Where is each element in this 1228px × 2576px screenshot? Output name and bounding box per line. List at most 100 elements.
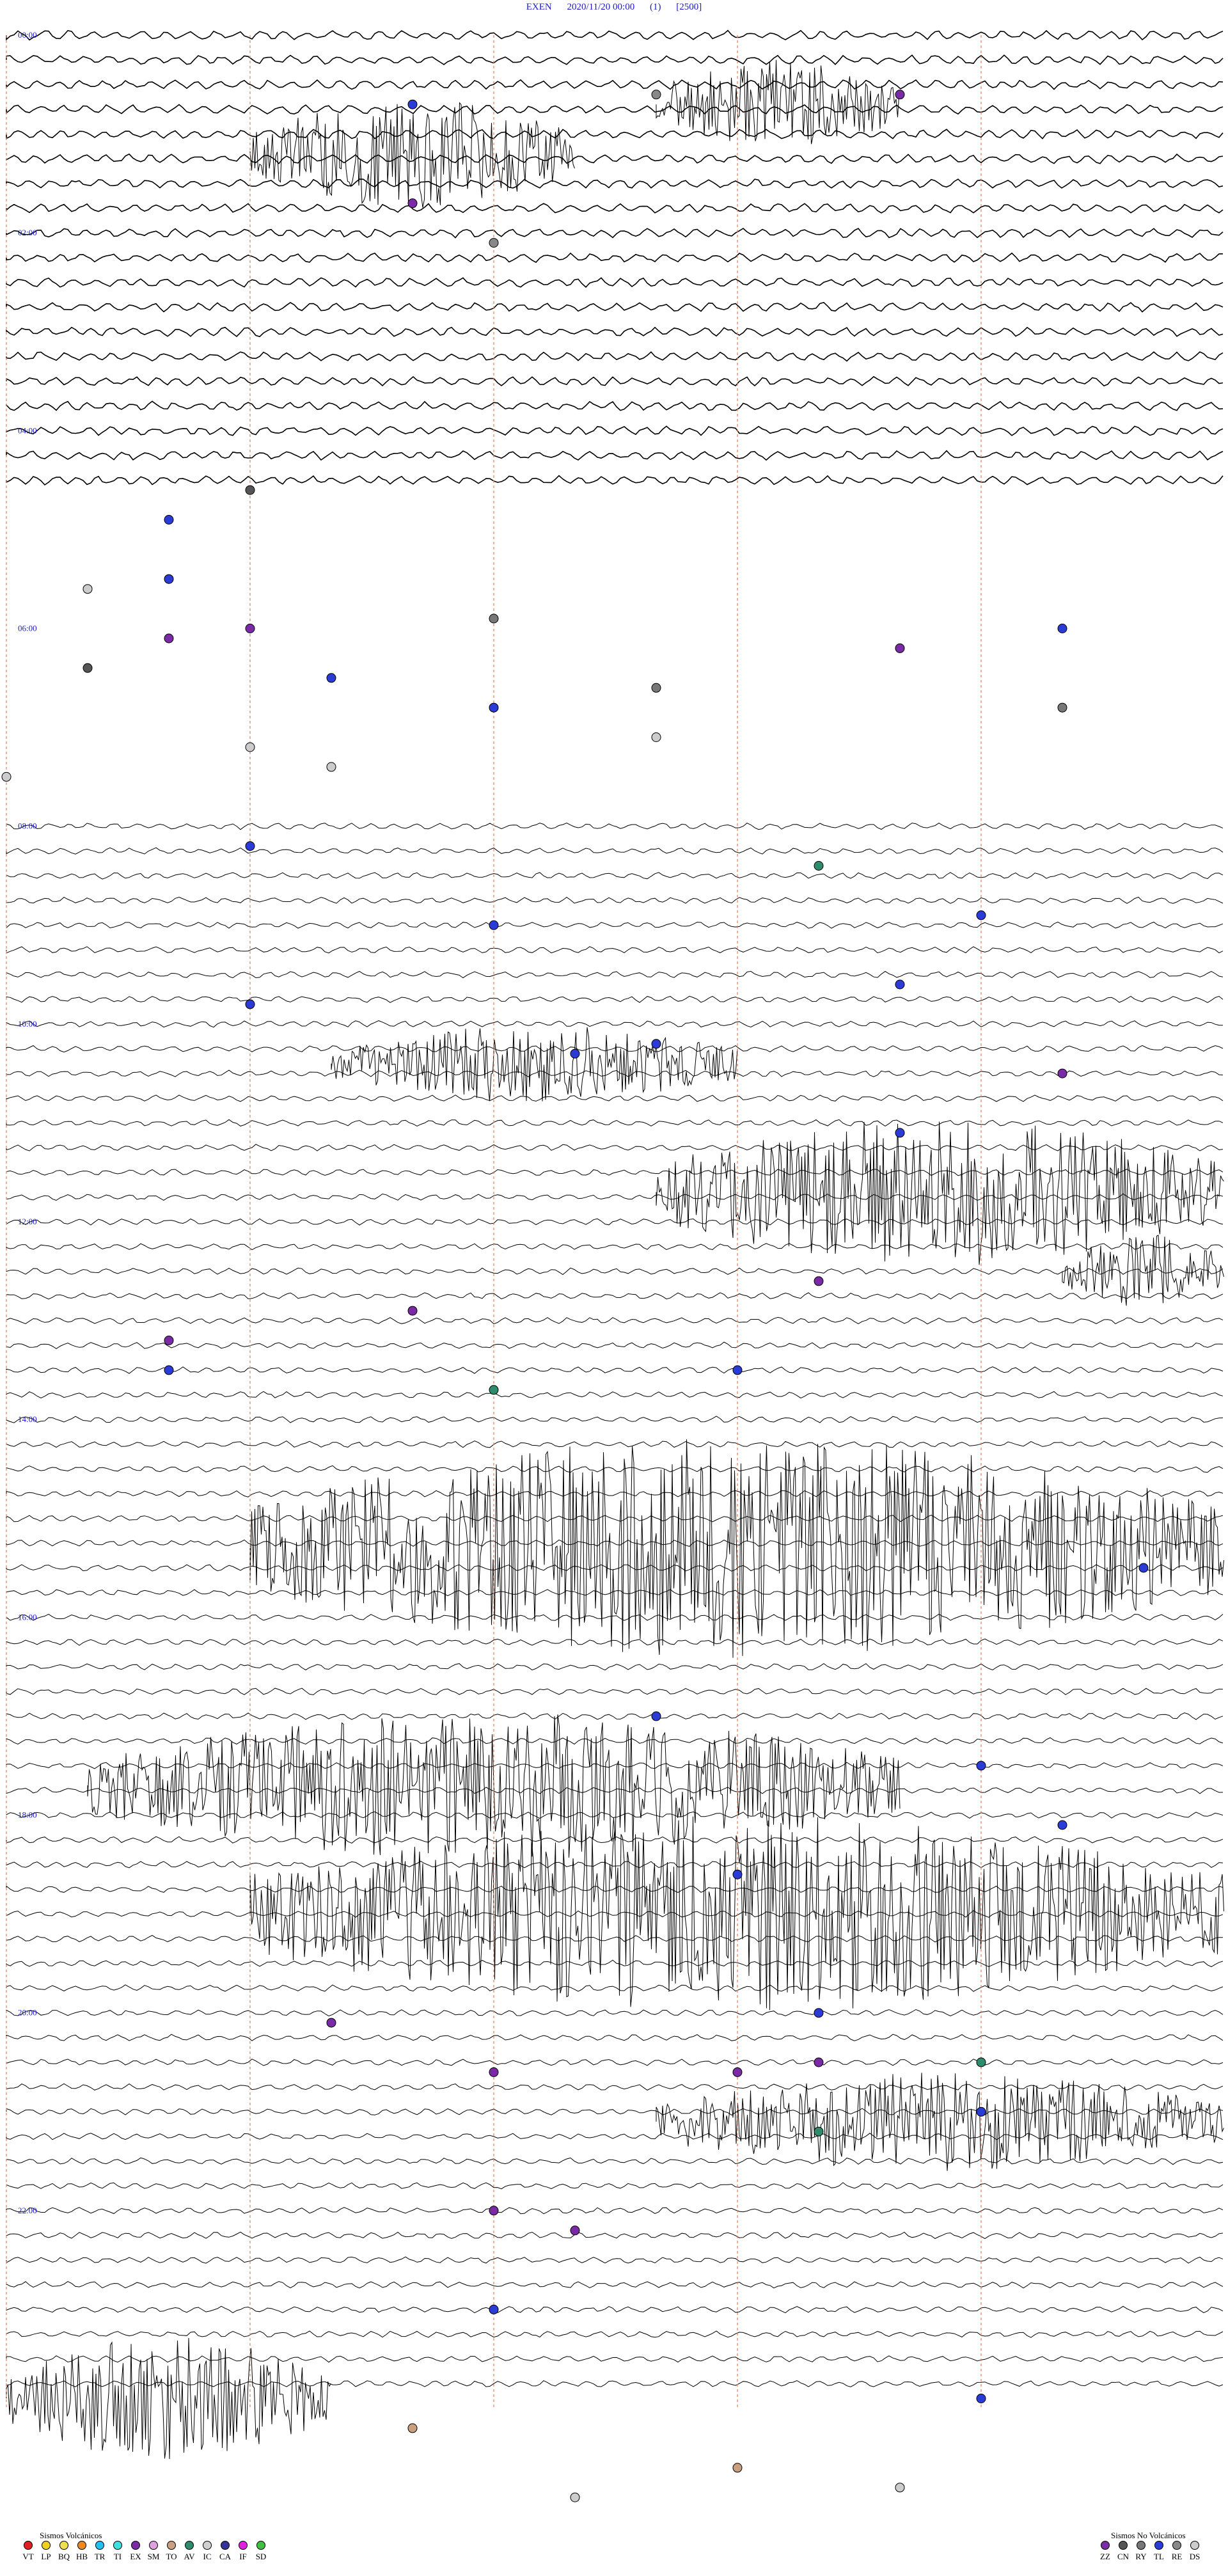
event-marker	[489, 2206, 499, 2216]
event-marker	[1057, 1820, 1067, 1830]
trace-line	[6, 1638, 1224, 1646]
event-marker	[976, 2057, 986, 2067]
trace-line	[6, 1465, 1224, 1473]
trace-line	[6, 1045, 1224, 1053]
trace-line	[6, 1762, 1224, 1769]
event-marker	[814, 861, 824, 871]
event-marker	[489, 1385, 499, 1395]
legend-item: VT	[19, 2541, 37, 2562]
event-marker	[895, 643, 905, 653]
event-marker	[164, 574, 174, 584]
legend-code: TO	[166, 2552, 177, 2561]
event-marker	[489, 2067, 499, 2077]
event-marker	[489, 2304, 499, 2314]
trace-line	[6, 2108, 1224, 2116]
trace-line	[6, 425, 1224, 436]
trace-line	[6, 1416, 1224, 1423]
legend-code: CN	[1117, 2552, 1130, 2561]
trace-line	[6, 1712, 1224, 1720]
event-marker	[976, 910, 986, 921]
hour-label: 20:00	[18, 2008, 37, 2018]
legend-item: EX	[127, 2541, 145, 2562]
tremor-burst	[249, 102, 575, 208]
event-marker	[245, 485, 255, 495]
event-marker	[1, 771, 12, 782]
trace-line	[6, 1144, 1224, 1151]
hour-label: 08:00	[18, 821, 37, 831]
legend-code: TL	[1154, 2552, 1164, 2561]
event-marker	[732, 1869, 743, 1879]
legend-code: CA	[219, 2552, 232, 2561]
legend-code: RE	[1171, 2552, 1183, 2561]
legend-swatch	[1154, 2541, 1163, 2550]
legend-code: ZZ	[1100, 2552, 1110, 2561]
legend-swatch	[95, 2541, 104, 2550]
trace-line	[6, 203, 1224, 214]
tremor-burst	[6, 2337, 331, 2460]
trace-line	[6, 2380, 1224, 2387]
event-marker	[489, 920, 499, 930]
event-marker	[814, 1276, 824, 1286]
trace-line	[6, 450, 1224, 461]
event-marker	[814, 2126, 824, 2137]
event-marker	[489, 238, 499, 248]
trace-line	[6, 2009, 1224, 2017]
event-marker	[651, 732, 661, 742]
trace-line	[6, 1292, 1224, 1300]
trace-line	[6, 1020, 1224, 1028]
trace-line	[6, 302, 1224, 313]
tremor-burst	[656, 1121, 1224, 1265]
legend-item: SD	[252, 2541, 270, 2562]
legend-swatch	[203, 2541, 212, 2550]
legend-code: VT	[22, 2552, 34, 2561]
event-marker	[732, 1365, 743, 1375]
trace-line	[6, 995, 1224, 1003]
legend-item: TR	[91, 2541, 109, 2562]
legend-volcanic-title: Sismos Volcánicos	[40, 2531, 102, 2540]
legend-swatch	[42, 2541, 51, 2550]
event-marker	[570, 2225, 580, 2236]
legend-item: RY	[1132, 2541, 1150, 2562]
trace-line	[6, 178, 1224, 189]
legend-swatch	[256, 2541, 265, 2550]
event-marker	[326, 2018, 336, 2028]
event-marker	[570, 1048, 580, 1059]
event-marker	[164, 1365, 174, 1375]
legend-code: SM	[147, 2552, 160, 2561]
event-marker	[732, 2067, 743, 2077]
legend-swatch	[239, 2541, 248, 2550]
trace-line	[6, 1910, 1224, 1918]
event-marker	[407, 198, 418, 209]
legend-code: RY	[1135, 2552, 1147, 2561]
tremor-burst	[656, 2073, 1224, 2171]
trace-line	[6, 2034, 1224, 2041]
trace-line	[6, 1959, 1224, 1968]
legend-item: IC	[198, 2541, 216, 2562]
legend-swatch	[1190, 2541, 1199, 2550]
legend-nonvolcanic-title: Sismos No Volcánicos	[1111, 2531, 1186, 2540]
event-marker	[895, 2483, 905, 2493]
event-marker	[1138, 1563, 1149, 1573]
trace-line	[6, 921, 1224, 929]
trace-line	[6, 153, 1224, 164]
legend-swatch	[24, 2541, 33, 2550]
tremor-burst	[656, 59, 900, 145]
trace-line	[6, 1193, 1224, 1201]
trace-line	[6, 1490, 1224, 1497]
event-marker	[407, 1306, 418, 1316]
trace-line	[6, 1861, 1224, 1869]
legend-code: EX	[130, 2552, 141, 2561]
hour-label: 18:00	[18, 1810, 37, 1820]
legend-item: TI	[109, 2541, 127, 2562]
tremor-burst	[249, 1816, 1224, 2011]
event-marker	[326, 673, 336, 683]
legend-swatch	[131, 2541, 140, 2550]
trace-line	[6, 1589, 1224, 1597]
event-marker	[407, 2423, 418, 2433]
tremor-burst	[331, 1027, 738, 1102]
legend-code: IC	[203, 2552, 212, 2561]
trace-line	[6, 2355, 1224, 2363]
trace-line	[6, 970, 1224, 979]
event-marker	[245, 624, 255, 633]
legend-swatch	[221, 2541, 230, 2550]
